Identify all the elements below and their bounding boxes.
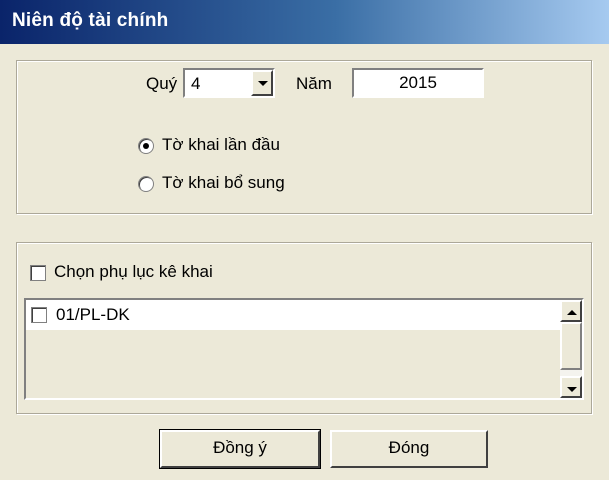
arrow-down-icon: [567, 387, 577, 392]
radio-first-declaration[interactable]: [138, 138, 154, 154]
chevron-down-icon: [258, 81, 268, 86]
appendix-item-checkbox[interactable]: [31, 307, 47, 323]
year-label: Năm: [296, 74, 332, 93]
scroll-up-button[interactable]: [560, 300, 582, 322]
year-input[interactable]: 2015: [352, 68, 484, 98]
scroll-thumb[interactable]: [560, 322, 582, 370]
quarter-select[interactable]: 4: [183, 68, 275, 98]
title-bar: Niên độ tài chính: [0, 0, 609, 44]
first-declaration-label[interactable]: Tờ khai lần đầu: [162, 135, 280, 155]
appendix-item-label: 01/PL-DK: [56, 305, 130, 324]
select-appendix-label[interactable]: Chọn phụ lục kê khai: [54, 262, 213, 282]
list-scrollbar[interactable]: [560, 300, 582, 398]
arrow-up-icon: [567, 310, 577, 315]
quarter-dropdown-button[interactable]: [251, 70, 273, 96]
radio-supplementary-declaration[interactable]: [138, 176, 154, 192]
radio-selected-dot: [143, 143, 149, 149]
quarter-label: Quý: [146, 74, 178, 93]
quarter-value: 4: [191, 74, 201, 93]
close-button[interactable]: Đóng: [330, 430, 488, 468]
ok-button[interactable]: Đồng ý: [159, 429, 321, 469]
list-item[interactable]: 01/PL-DK: [26, 300, 560, 330]
scroll-down-button[interactable]: [560, 376, 582, 398]
select-appendix-checkbox[interactable]: [30, 265, 46, 281]
window-title: Niên độ tài chính: [12, 10, 169, 31]
appendix-list[interactable]: 01/PL-DK: [24, 298, 584, 400]
supplementary-declaration-label[interactable]: Tờ khai bổ sung: [162, 173, 285, 193]
